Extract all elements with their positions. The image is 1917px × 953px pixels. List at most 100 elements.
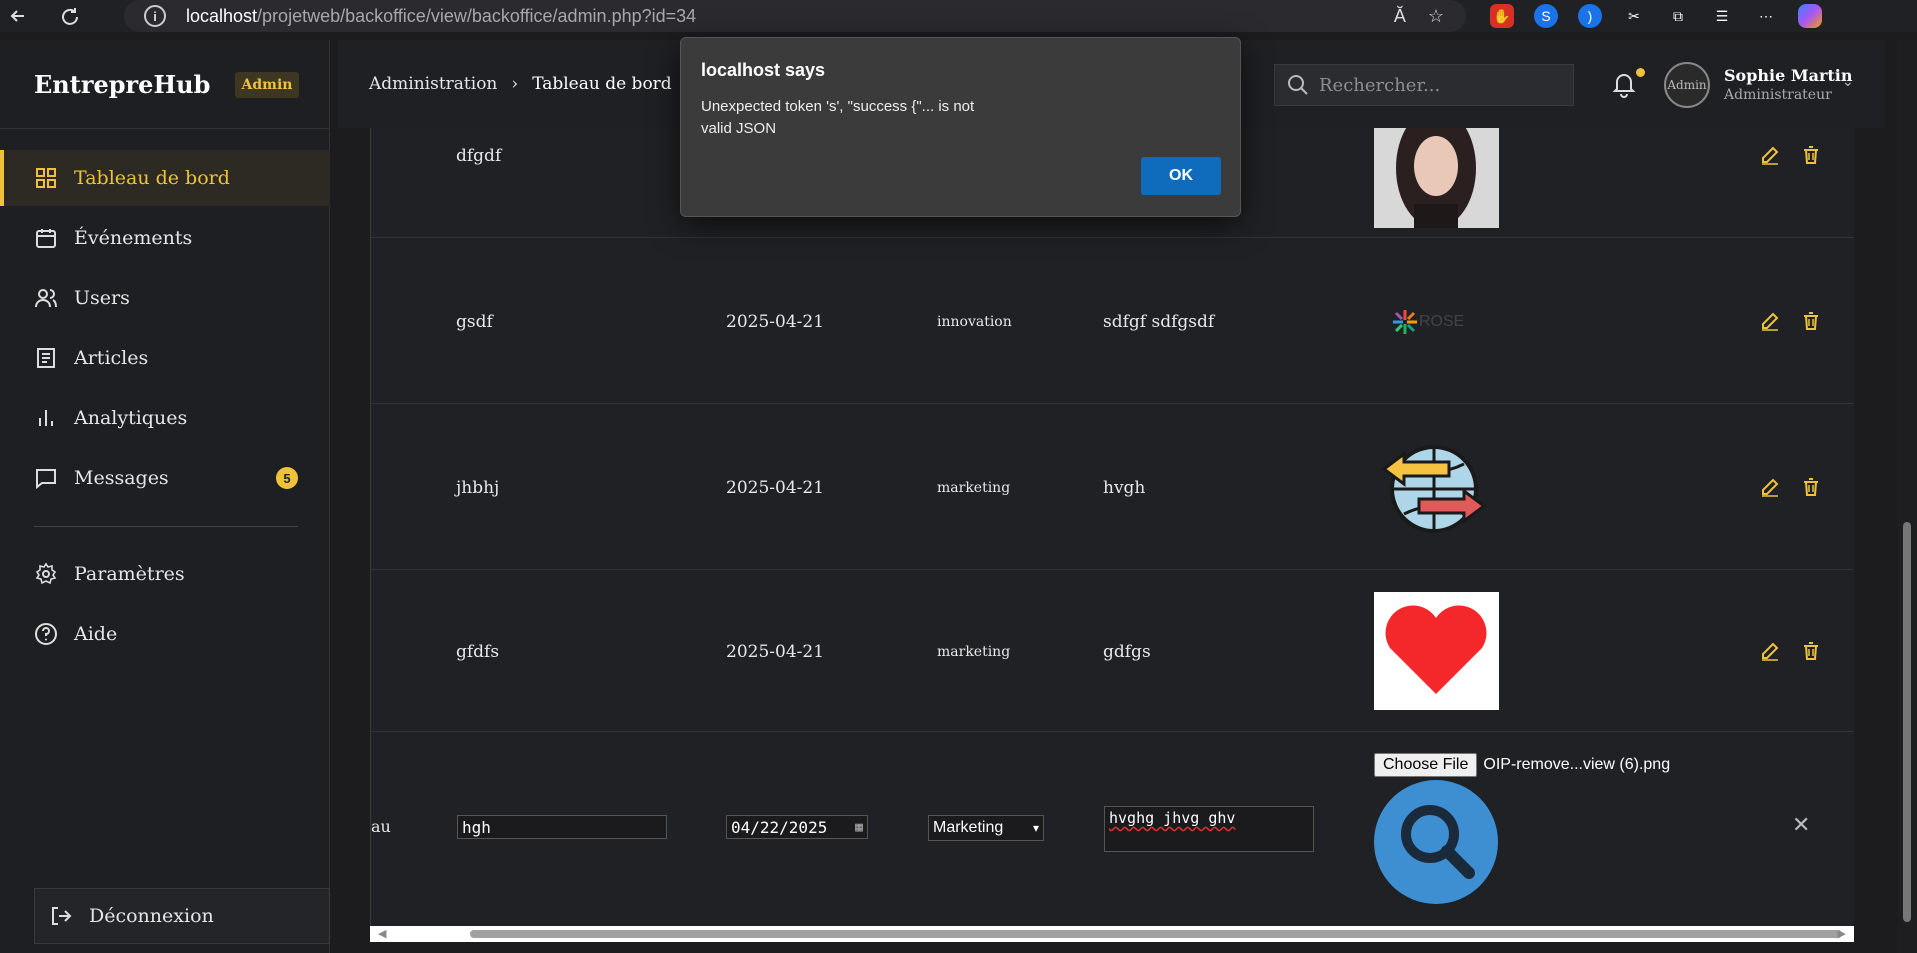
copilot-icon[interactable]	[1798, 4, 1822, 28]
row-category: innovation	[937, 314, 1012, 330]
horizontal-scrollbar[interactable]: ◀ ▶	[370, 926, 1854, 942]
file-input[interactable]: Choose File OIP-remove...view (6).png	[1374, 752, 1670, 778]
date-input[interactable]: 04/22/2025 ▦	[726, 815, 868, 839]
logout-button[interactable]: Déconnexion	[34, 888, 330, 944]
scrollbar-thumb[interactable]	[1903, 522, 1911, 922]
row-date: 2025-04-21	[726, 642, 825, 662]
trash-icon[interactable]	[1800, 640, 1822, 662]
close-icon[interactable]: ✕	[1792, 812, 1810, 838]
sound-extension-icon[interactable]: )	[1578, 4, 1602, 28]
trash-icon[interactable]	[1800, 144, 1822, 166]
shazam-extension-icon[interactable]: S	[1534, 4, 1558, 28]
row-category: marketing	[937, 644, 1011, 660]
sidebar-item-users[interactable]: Users	[0, 270, 330, 326]
table-row: gfdfs 2025-04-21 marketing gdfgs	[371, 570, 1854, 732]
favorite-star-icon[interactable]: ☆	[1428, 6, 1444, 27]
row-image-globe-arrows	[1374, 434, 1499, 548]
row-prefix-text: au	[371, 817, 391, 836]
calendar-icon	[34, 226, 58, 250]
date-value: 04/22/2025	[731, 817, 828, 837]
admin-badge: Admin	[235, 72, 299, 98]
users-icon	[34, 286, 58, 310]
articles-icon	[34, 346, 58, 370]
trash-icon[interactable]	[1800, 310, 1822, 332]
avatar[interactable]: Admin	[1664, 62, 1710, 108]
favorites-list-icon[interactable]: ☰	[1710, 4, 1734, 28]
search-box[interactable]	[1274, 64, 1574, 106]
browser-toolbar: i localhost/projetweb/backoffice/view/ba…	[0, 0, 1917, 32]
sidebar-item-label: Aide	[74, 623, 118, 645]
breadcrumb-root[interactable]: Administration	[369, 74, 497, 94]
breadcrumb-current: Tableau de bord	[532, 74, 672, 94]
title-input[interactable]	[457, 815, 667, 839]
row-description: sdfgf sdfgsdf	[1103, 312, 1215, 332]
sidebar-item-help[interactable]: Aide	[0, 606, 330, 662]
divider	[34, 526, 298, 527]
edit-icon[interactable]	[1759, 476, 1781, 498]
row-description: gdfgs	[1103, 642, 1151, 662]
notification-bell-icon[interactable]	[1610, 70, 1638, 98]
url-path: /projetweb/backoffice/view/backoffice/ad…	[257, 5, 697, 26]
row-description: hvgh	[1103, 478, 1146, 498]
search-input[interactable]	[1319, 74, 1549, 96]
edit-icon[interactable]	[1759, 310, 1781, 332]
vertical-scrollbar[interactable]	[1897, 40, 1917, 953]
sidebar-item-label: Analytiques	[74, 407, 188, 429]
address-bar[interactable]: i localhost/projetweb/backoffice/view/ba…	[124, 0, 1466, 32]
alert-dialog: localhost says Unexpected token 's', "su…	[680, 37, 1241, 217]
gear-icon	[34, 562, 58, 586]
sidebar: EntrepreHub Admin Tableau de bord Événem…	[0, 40, 330, 953]
row-title: gfdfs	[456, 642, 500, 662]
edit-icon[interactable]	[1759, 144, 1781, 166]
row-image-red-heart	[1374, 592, 1499, 710]
sidebar-item-label: Users	[74, 287, 130, 309]
messages-count-badge: 5	[276, 467, 298, 489]
reload-icon[interactable]	[52, 0, 88, 32]
sidebar-item-dashboard[interactable]: Tableau de bord	[0, 150, 330, 206]
dialog-message: Unexpected token 's', "success {"... is …	[701, 98, 975, 137]
sidebar-item-label: Tableau de bord	[74, 167, 230, 189]
chevron-down-icon[interactable]: ⌄	[1842, 74, 1854, 90]
row-image-woman-photo	[1374, 128, 1499, 228]
category-select[interactable]: Marketing ▾	[928, 815, 1044, 841]
tools-extension-icon[interactable]: ✂	[1622, 4, 1646, 28]
chevron-down-icon: ▾	[1032, 821, 1039, 835]
sidebar-item-settings[interactable]: Paramètres	[0, 546, 330, 602]
scroll-right-icon[interactable]: ▶	[1838, 927, 1846, 940]
row-date: 2025-04-21	[726, 478, 825, 498]
brand-logo[interactable]: EntrepreHub	[34, 70, 210, 99]
trash-icon[interactable]	[1800, 476, 1822, 498]
logout-icon	[49, 904, 73, 928]
table-row: gsdf 2025-04-21 innovation sdfgf sdfgsdf…	[371, 238, 1854, 404]
url-host: localhost	[186, 5, 258, 26]
divider	[0, 128, 330, 129]
dialog-title: localhost says	[701, 60, 826, 80]
sidebar-item-label: Paramètres	[74, 563, 185, 585]
read-aloud-icon[interactable]: Ă	[1394, 6, 1406, 27]
calendar-picker-icon[interactable]: ▦	[855, 820, 863, 835]
more-menu-icon[interactable]: ⋯	[1754, 4, 1778, 28]
site-info-icon[interactable]: i	[144, 5, 166, 27]
logout-label: Déconnexion	[89, 905, 214, 927]
sidebar-item-events[interactable]: Événements	[0, 210, 330, 266]
sidebar-item-messages[interactable]: Messages 5	[0, 450, 330, 506]
back-arrow-icon[interactable]	[0, 0, 36, 32]
extensions-puzzle-icon[interactable]: ⧉	[1666, 4, 1690, 28]
user-name[interactable]: Sophie Martin	[1724, 66, 1852, 85]
notification-dot	[1636, 68, 1645, 77]
sidebar-item-articles[interactable]: Articles	[0, 330, 330, 386]
row-image-rose-logo: ROSE	[1391, 308, 1464, 336]
search-icon	[1288, 75, 1308, 95]
scroll-left-icon[interactable]: ◀	[378, 927, 386, 940]
analytics-icon	[34, 406, 58, 430]
choose-file-button[interactable]: Choose File	[1374, 753, 1478, 777]
user-role: Administrateur	[1724, 87, 1832, 103]
description-textarea[interactable]: hvghg jhvg ghv	[1104, 806, 1314, 852]
edit-icon[interactable]	[1759, 640, 1781, 662]
ok-button[interactable]: OK	[1141, 157, 1221, 195]
scrollbar-thumb[interactable]	[470, 930, 1842, 938]
row-date: 2025-04-21	[726, 312, 825, 332]
adblock-extension-icon[interactable]: ✋	[1490, 4, 1514, 28]
sidebar-item-label: Messages	[74, 467, 169, 489]
sidebar-item-analytics[interactable]: Analytiques	[0, 390, 330, 446]
